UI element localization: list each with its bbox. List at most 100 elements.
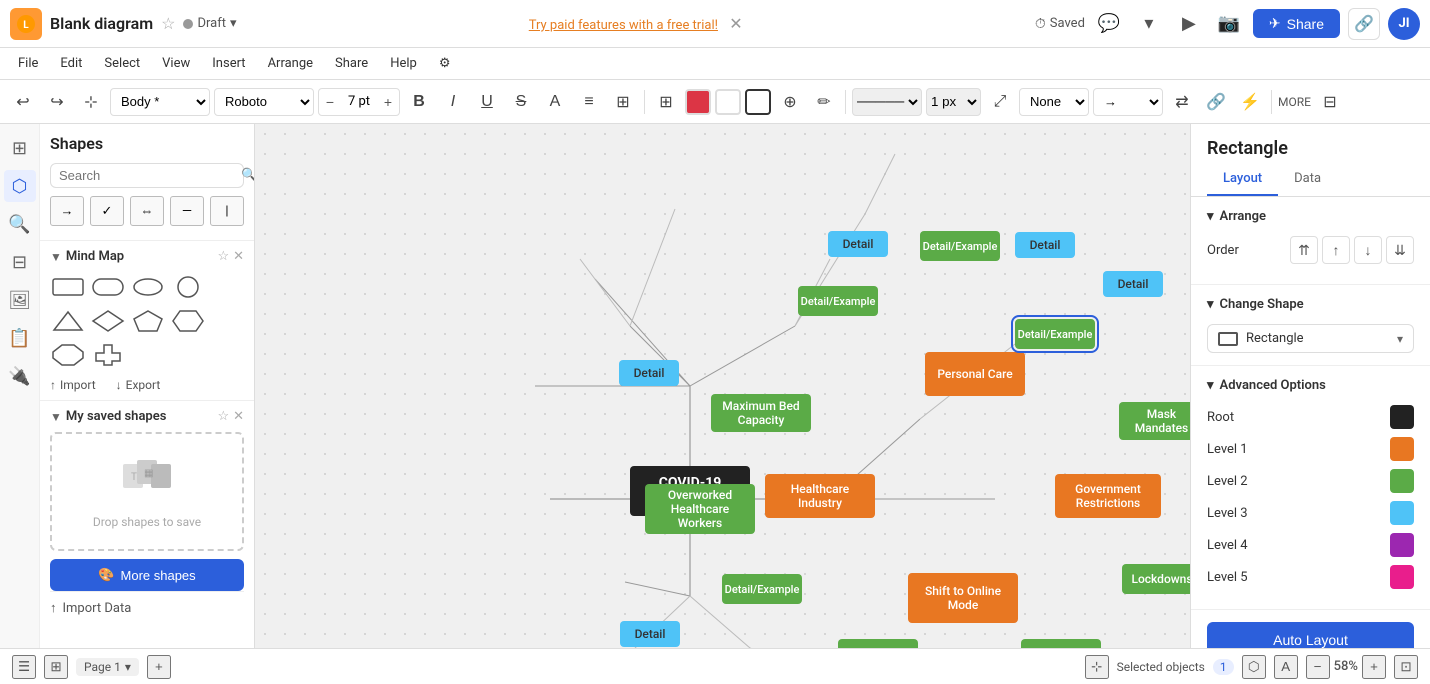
star-icon[interactable]: ☆ [161, 14, 175, 33]
arrow-select[interactable]: → [1093, 88, 1163, 116]
mm-triangle[interactable] [50, 306, 86, 336]
node-mask-mandates[interactable]: Mask Mandates [1119, 402, 1190, 440]
app-logo[interactable]: L [10, 8, 42, 40]
line-width-select[interactable]: 1 px [926, 88, 981, 116]
change-shape-title[interactable]: ▾ Change Shape [1207, 297, 1414, 312]
more-shapes-button[interactable]: 🎨 More shapes [50, 559, 244, 591]
trial-text[interactable]: Try paid features with a free trial! [529, 18, 718, 33]
menu-help[interactable]: Help [380, 52, 427, 75]
order-back-btn[interactable]: ⇊ [1386, 236, 1414, 264]
mm-rounded-rect[interactable] [90, 272, 126, 302]
panel-icon-home[interactable]: ⊞ [4, 132, 36, 164]
undo-button[interactable]: ↩ [8, 87, 38, 117]
level-5-color[interactable] [1390, 565, 1414, 589]
order-front-btn[interactable]: ⇈ [1290, 236, 1318, 264]
node-govt-restrictions[interactable]: Government Restrictions [1055, 474, 1161, 518]
mindmap-close[interactable]: ✕ [233, 249, 244, 264]
fill-color-btn[interactable] [685, 89, 711, 115]
add-page-button[interactable]: + [147, 655, 171, 679]
order-backward-btn[interactable]: ↓ [1354, 236, 1382, 264]
node-personal-care[interactable]: Personal Care [925, 352, 1025, 396]
node-detail-3[interactable]: Detail [1103, 271, 1163, 297]
canvas-area[interactable]: COVID-19Pandemic Personal Care Healthcar… [255, 124, 1190, 684]
level-4-color[interactable] [1390, 533, 1414, 557]
expand-icon[interactable]: ▾ [1133, 8, 1165, 40]
line-angle-button[interactable]: ⤢ [985, 87, 1015, 117]
shape-checkmark[interactable]: ✓ [90, 196, 124, 226]
mm-cross[interactable] [90, 340, 126, 370]
none-select[interactable]: None [1019, 88, 1089, 116]
saved-shapes-header[interactable]: ▼ My saved shapes ☆ ✕ [50, 409, 244, 424]
saved-shapes-close[interactable]: ✕ [233, 409, 244, 424]
node-online-mode[interactable]: Shift to Online Mode [908, 573, 1018, 623]
node-healthcare[interactable]: Healthcare Industry [765, 474, 875, 518]
panel-icon-shapes[interactable]: ⬡ [4, 170, 36, 202]
menu-edit[interactable]: Edit [50, 52, 92, 75]
import-data-button[interactable]: ↑ Import Data [50, 591, 244, 624]
table-button[interactable]: ⊞ [651, 87, 681, 117]
menu-insert[interactable]: Insert [202, 52, 255, 75]
avatar[interactable]: JI [1388, 8, 1420, 40]
saved-shapes-star[interactable]: ☆ [217, 409, 229, 424]
menu-view[interactable]: View [152, 52, 200, 75]
node-max-bed[interactable]: Maximum Bed Capacity [711, 394, 811, 432]
menu-arrange[interactable]: Arrange [258, 52, 323, 75]
redo-button[interactable]: ↪ [42, 87, 72, 117]
format-panel-button[interactable]: ⊟ [1315, 87, 1345, 117]
pointer-icon[interactable]: ⊹ [1085, 655, 1109, 679]
align-more-button[interactable]: ⊞ [608, 87, 638, 117]
order-forward-btn[interactable]: ↑ [1322, 236, 1350, 264]
node-detail-example-1[interactable]: Detail/Example [798, 286, 878, 316]
fit-screen-button[interactable]: ⊡ [1394, 655, 1418, 679]
play-icon[interactable]: ▶ [1173, 8, 1205, 40]
share-button[interactable]: ✈ Share [1253, 9, 1340, 38]
shape-arrow-right[interactable]: → [50, 196, 84, 226]
camera-icon[interactable]: 📷 [1213, 8, 1245, 40]
change-shape-dropdown[interactable]: Rectangle ▾ [1207, 324, 1414, 353]
level-1-color[interactable] [1390, 437, 1414, 461]
mindmap-star[interactable]: ☆ [217, 249, 229, 264]
text-icon[interactable]: A [1274, 655, 1298, 679]
status-list-view[interactable]: ☰ [12, 655, 36, 679]
link-button2[interactable]: 🔗 [1201, 87, 1231, 117]
mm-hexagon[interactable] [170, 306, 206, 336]
level-2-color[interactable] [1390, 469, 1414, 493]
node-detail-2[interactable]: Detail [1015, 232, 1075, 258]
menu-select[interactable]: Select [94, 52, 150, 75]
mm-diamond[interactable] [90, 306, 126, 336]
menu-file[interactable]: File [8, 52, 48, 75]
node-overworked[interactable]: Overworked Healthcare Workers [645, 484, 755, 534]
shape-pipe[interactable]: | [210, 196, 244, 226]
font-family-select[interactable]: Roboto [214, 88, 314, 116]
zoom-out-button[interactable]: − [1306, 655, 1330, 679]
tab-layout[interactable]: Layout [1207, 163, 1278, 196]
stroke-color-btn[interactable] [715, 89, 741, 115]
underline-button[interactable]: U [472, 87, 502, 117]
comment-icon[interactable]: 💬 [1093, 8, 1125, 40]
level-root-color[interactable] [1390, 405, 1414, 429]
waypoint-button[interactable]: ⇄ [1167, 87, 1197, 117]
font-style-select[interactable]: Body * [110, 88, 210, 116]
shape-double-arrow[interactable]: ⇔ [130, 196, 164, 226]
menu-share[interactable]: Share [325, 52, 378, 75]
search-input[interactable] [59, 168, 235, 183]
shape-line[interactable]: — [170, 196, 204, 226]
mm-octagon[interactable] [50, 340, 86, 370]
cursor-button[interactable]: ⊹ [76, 87, 106, 117]
mm-rect[interactable] [50, 272, 86, 302]
font-size-decrease[interactable]: − [319, 88, 341, 116]
level-3-color[interactable] [1390, 501, 1414, 525]
panel-icon-templates[interactable]: 📋 [4, 322, 36, 354]
mm-circle[interactable] [170, 272, 206, 302]
arrange-section-title[interactable]: ▾ Arrange [1207, 209, 1414, 224]
font-color-button[interactable]: A [540, 87, 570, 117]
node-lockdowns[interactable]: Lockdowns [1122, 564, 1190, 594]
import-button[interactable]: ↑ Import [50, 378, 96, 392]
panel-icon-plugins[interactable]: 🔌 [4, 360, 36, 392]
bold-button[interactable]: B [404, 87, 434, 117]
export-button[interactable]: ↓ Export [116, 378, 161, 392]
draft-badge[interactable]: Draft ▾ [183, 16, 236, 31]
mm-pentagon[interactable] [130, 306, 166, 336]
lightning-button[interactable]: ⚡ [1235, 87, 1265, 117]
page-selector[interactable]: Page 1 ▾ [76, 658, 139, 676]
